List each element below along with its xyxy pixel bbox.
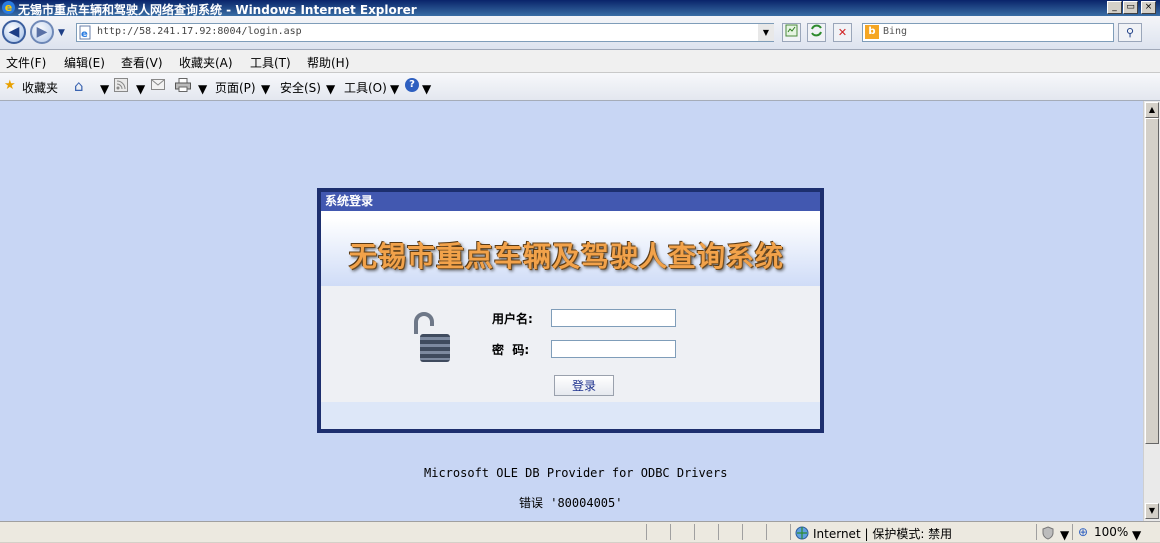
search-icon[interactable]: ⚲ xyxy=(1118,23,1142,42)
minimize-button[interactable]: _ xyxy=(1107,1,1122,14)
scroll-down-icon[interactable]: ▼ xyxy=(1145,503,1159,519)
menu-bar: 文件(F) 编辑(E) 查看(V) 收藏夹(A) 工具(T) 帮助(H) xyxy=(0,50,1160,73)
scrollbar-thumb[interactable] xyxy=(1145,118,1159,444)
tools-menu-button[interactable]: 工具(O) xyxy=(344,79,387,96)
error-code-text: 错误 '80004005' xyxy=(519,496,623,510)
login-button[interactable]: 登录 xyxy=(554,375,614,396)
status-bar: Internet | 保护模式: 禁用 ▼ ⊕ 100% ▼ xyxy=(0,521,1160,542)
status-divider xyxy=(766,524,767,540)
zoom-icon[interactable]: ⊕ xyxy=(1078,525,1088,539)
home-icon[interactable]: ⌂ xyxy=(74,77,84,95)
status-divider xyxy=(694,524,695,540)
status-divider xyxy=(742,524,743,540)
search-box[interactable]: b Bing xyxy=(862,23,1114,42)
menu-help[interactable]: 帮助(H) xyxy=(307,54,349,71)
page-dropdown-icon[interactable]: ▼ xyxy=(261,82,270,96)
menu-edit[interactable]: 编辑(E) xyxy=(64,54,105,71)
forward-button[interactable]: ▶ xyxy=(30,20,54,44)
menu-file[interactable]: 文件(F) xyxy=(6,54,46,71)
feeds-icon[interactable] xyxy=(114,78,128,95)
page-menu-button[interactable]: 页面(P) xyxy=(215,79,256,96)
status-divider xyxy=(670,524,671,540)
login-panel: 系统登录 无锡市重点车辆及驾驶人查询系统 用户名: 密 码: 登录 xyxy=(317,188,824,433)
safety-dropdown-icon[interactable]: ▼ xyxy=(326,82,335,96)
vertical-scrollbar[interactable]: ▲ ▼ xyxy=(1143,101,1160,521)
search-placeholder: Bing xyxy=(883,26,908,37)
print-icon[interactable] xyxy=(175,78,191,95)
menu-tools[interactable]: 工具(T) xyxy=(250,54,291,71)
print-dropdown-icon[interactable]: ▼ xyxy=(198,82,207,96)
menu-favorites[interactable]: 收藏夹(A) xyxy=(179,54,233,71)
title-bar: e 无锡市重点车辆和驾驶人网络查询系统 - Windows Internet E… xyxy=(0,0,1160,17)
back-button[interactable]: ◀ xyxy=(2,20,26,44)
password-label: 密 码: xyxy=(492,343,530,357)
home-dropdown-icon[interactable]: ▼ xyxy=(100,82,109,96)
command-bar: ★ 收藏夹 ⌂ ▼ ▼ ▼ 页面(P) ▼ 安全(S) ▼ 工具(O) ▼ ? … xyxy=(0,73,1160,101)
security-zone-text[interactable]: Internet | 保护模式: 禁用 xyxy=(813,525,952,542)
address-dropdown-icon[interactable]: ▼ xyxy=(758,24,774,41)
compatibility-view-icon[interactable] xyxy=(782,23,801,42)
status-divider xyxy=(790,524,791,540)
error-provider-text: Microsoft OLE DB Provider for ODBC Drive… xyxy=(424,466,728,480)
password-field[interactable] xyxy=(551,340,676,358)
bing-logo-icon: b xyxy=(865,25,879,39)
favorites-star-icon[interactable]: ★ xyxy=(4,78,16,93)
mail-icon[interactable] xyxy=(151,79,165,93)
username-field[interactable] xyxy=(551,309,676,327)
zoom-level[interactable]: 100% xyxy=(1094,525,1128,539)
status-divider xyxy=(718,524,719,540)
recent-pages-dropdown-icon[interactable]: ▼ xyxy=(58,28,65,38)
svg-text:e: e xyxy=(81,29,88,40)
login-panel-header: 系统登录 xyxy=(321,192,820,211)
padlock-icon xyxy=(414,312,450,362)
internet-zone-icon xyxy=(795,526,809,543)
login-panel-footer xyxy=(321,402,820,429)
restore-button[interactable]: ▭ xyxy=(1123,1,1138,14)
address-bar[interactable]: e http://58.241.17.92:8004/login.asp xyxy=(76,23,774,42)
zoom-dropdown-icon[interactable]: ▼ xyxy=(1132,528,1141,542)
protected-mode-icon[interactable] xyxy=(1041,526,1055,543)
tools-dropdown-icon[interactable]: ▼ xyxy=(390,82,399,96)
page-icon: e xyxy=(79,25,91,40)
refresh-icon[interactable] xyxy=(807,23,826,42)
safety-menu-button[interactable]: 安全(S) xyxy=(280,79,321,96)
menu-view[interactable]: 查看(V) xyxy=(121,54,163,71)
system-banner-title: 无锡市重点车辆及驾驶人查询系统 xyxy=(349,240,785,273)
favorites-button[interactable]: 收藏夹 xyxy=(22,79,58,96)
login-panel-body: 系统登录 无锡市重点车辆及驾驶人查询系统 用户名: 密 码: 登录 xyxy=(321,192,820,429)
status-divider xyxy=(1072,524,1073,540)
feeds-dropdown-icon[interactable]: ▼ xyxy=(136,82,145,96)
stop-icon[interactable]: ✕ xyxy=(833,23,852,42)
username-label: 用户名: xyxy=(492,312,533,326)
status-divider xyxy=(1036,524,1037,540)
protected-mode-dropdown-icon[interactable]: ▼ xyxy=(1060,528,1069,542)
status-divider xyxy=(646,524,647,540)
navigation-bar: ◀ ▶ ▼ e http://58.241.17.92:8004/login.a… xyxy=(0,16,1160,50)
ie-logo-icon: e xyxy=(2,1,15,14)
system-banner: 无锡市重点车辆及驾驶人查询系统 xyxy=(321,211,820,286)
url-text[interactable]: http://58.241.17.92:8004/login.asp xyxy=(97,26,302,37)
help-icon[interactable]: ? xyxy=(405,78,419,92)
scroll-up-icon[interactable]: ▲ xyxy=(1145,102,1159,118)
close-window-button[interactable]: × xyxy=(1141,1,1156,14)
help-dropdown-icon[interactable]: ▼ xyxy=(422,82,431,96)
